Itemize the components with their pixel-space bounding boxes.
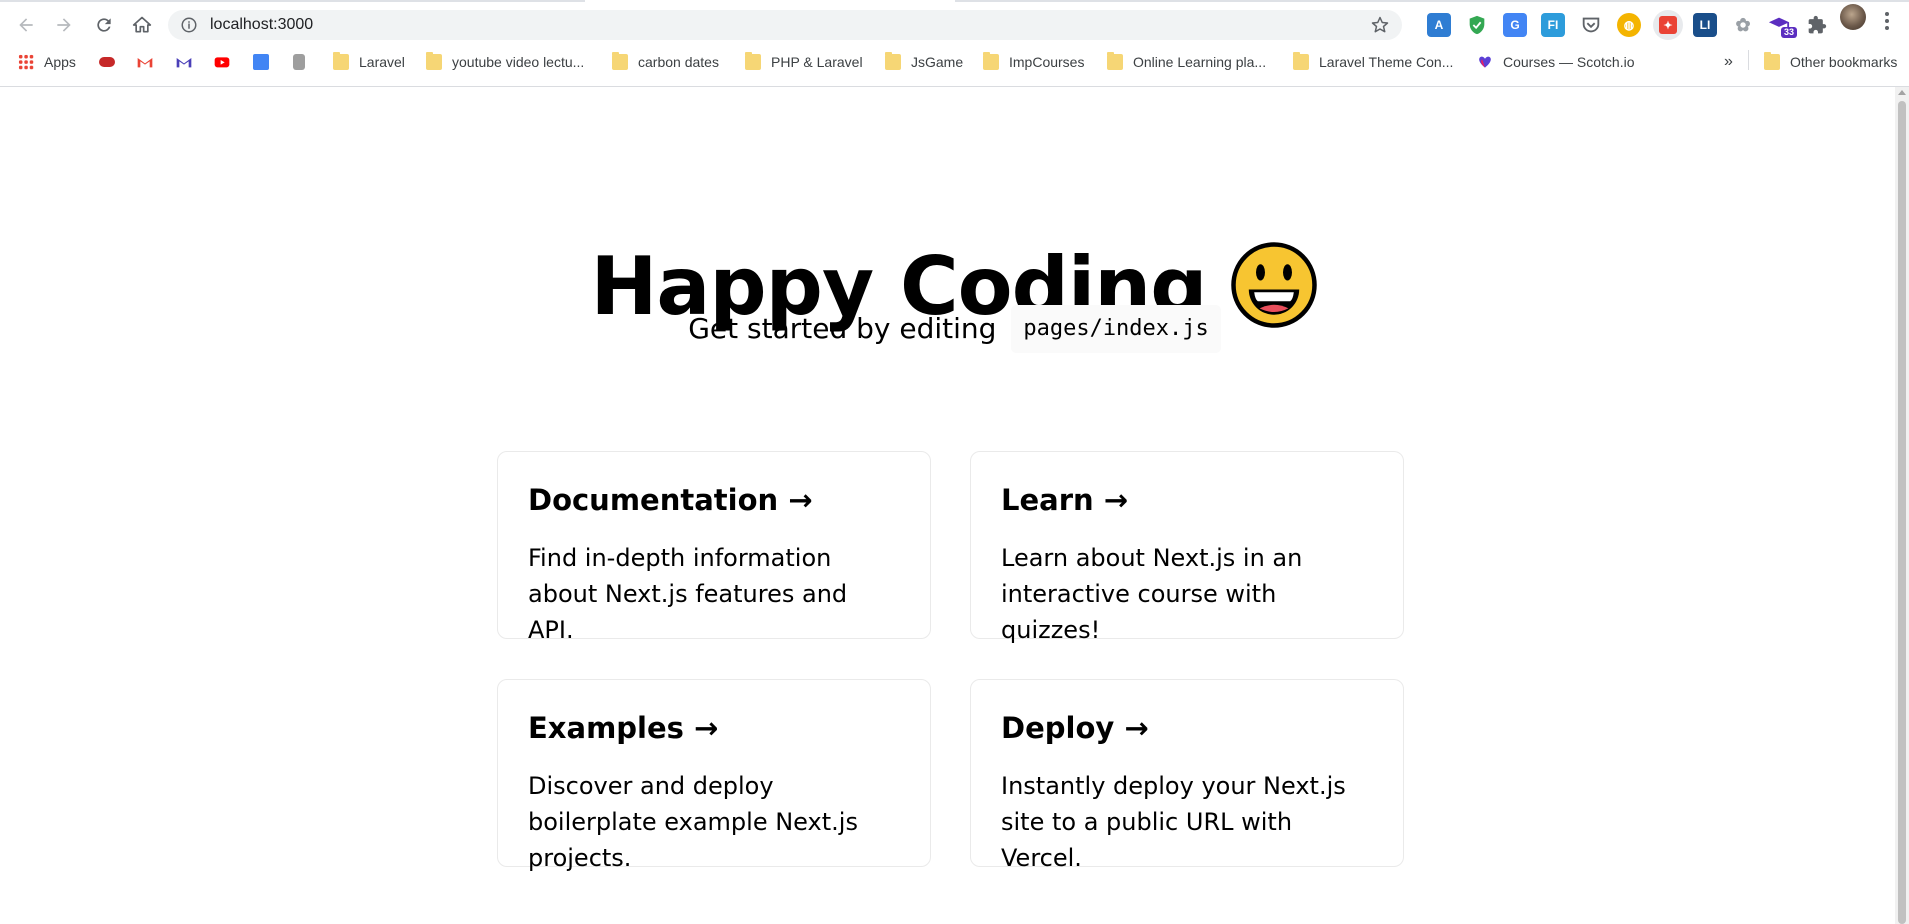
scrollbar-thumb[interactable] — [1898, 101, 1906, 924]
bookmark-gamepad[interactable] — [99, 50, 125, 74]
robot-icon — [293, 54, 305, 70]
bookmark-label: youtube video lectu... — [452, 54, 585, 70]
bookmark-label: PHP & Laravel — [771, 54, 863, 70]
page-content: Happy Coding Get started by editing page… — [0, 87, 1909, 924]
active-extension-button[interactable]: ✦ — [1653, 10, 1683, 40]
home-icon — [132, 16, 152, 33]
reload-button[interactable] — [89, 10, 119, 40]
bookmark-folder-carbon-dates[interactable]: carbon dates — [612, 50, 719, 74]
bookmark-robot[interactable] — [293, 50, 315, 74]
bookmark-translate[interactable] — [253, 50, 279, 74]
ghost-extension-icon: ✦ — [1659, 16, 1677, 34]
reload-icon — [97, 18, 111, 32]
translate-extension-icon[interactable]: G — [1503, 13, 1527, 37]
bookmarks-overflow-button[interactable]: » — [1724, 50, 1733, 74]
url-text[interactable]: localhost:3000 — [210, 10, 313, 40]
bookmark-folder-php-laravel[interactable]: PHP & Laravel — [745, 50, 863, 74]
card-body: Learn about Next.js in an interactive co… — [1001, 544, 1303, 644]
bookmark-label: Courses — Scotch.io — [1503, 54, 1635, 70]
bookmark-label: carbon dates — [638, 54, 719, 70]
extension-a-icon[interactable]: A — [1427, 13, 1451, 37]
folder-icon — [1764, 52, 1780, 70]
bookmark-gmail-2[interactable] — [176, 50, 202, 74]
card-title: Deploy → — [1001, 711, 1149, 745]
bookmark-label: Apps — [44, 54, 76, 70]
scroll-up-arrow-icon[interactable] — [1898, 90, 1906, 95]
bookmark-scotch-courses[interactable]: Courses — Scotch.io — [1477, 50, 1635, 74]
bookmarks-divider — [1748, 50, 1749, 70]
code-filename: pages/index.js — [1011, 305, 1221, 353]
bookmark-folder-online-learning[interactable]: Online Learning pla... — [1107, 50, 1266, 74]
folder-icon — [1293, 52, 1309, 70]
page-scrollbar[interactable] — [1895, 87, 1909, 924]
page-description: Get started by editing pages/index.js — [0, 305, 1909, 353]
bookmark-star-icon[interactable] — [1370, 15, 1390, 35]
apps-grid-icon — [18, 54, 34, 70]
bookmark-folder-laravel-theme[interactable]: Laravel Theme Con... — [1293, 50, 1453, 74]
card-title: Examples → — [528, 711, 719, 745]
graduation-extension-icon[interactable]: 33 — [1767, 13, 1798, 38]
bookmarks-bar: Apps Laravel youtube video lectu... carb… — [0, 46, 1909, 78]
bookmark-folder-jsgame[interactable]: JsGame — [885, 50, 963, 74]
forward-button[interactable] — [49, 10, 79, 40]
browser-chrome: localhost:3000 A G FI ◍ ✦ LI ✿ 33 Apps L… — [0, 0, 1909, 87]
shield-extension-icon[interactable] — [1465, 13, 1489, 37]
bookmark-label: ImpCourses — [1009, 54, 1085, 70]
card-body: Find in-depth information about Next.js … — [528, 544, 848, 644]
pocket-extension-icon[interactable] — [1579, 13, 1603, 37]
youtube-icon — [214, 57, 230, 68]
other-bookmarks-folder[interactable]: Other bookmarks — [1764, 50, 1897, 74]
folder-icon — [885, 52, 901, 70]
folder-icon — [983, 52, 999, 70]
gamepad-icon — [99, 57, 115, 67]
card-examples[interactable]: Examples → Discover and deploy boilerpla… — [497, 679, 931, 872]
overflow-chevron-icon: » — [1724, 53, 1733, 70]
bookmark-label: JsGame — [911, 54, 964, 70]
fi-extension-icon[interactable]: FI — [1541, 13, 1565, 37]
gmail-icon — [176, 58, 192, 68]
home-button[interactable] — [127, 10, 157, 40]
gear-extension-icon[interactable]: ✿ — [1731, 13, 1755, 37]
card-deploy[interactable]: Deploy → Instantly deploy your Next.js s… — [970, 679, 1404, 872]
folder-icon — [426, 52, 442, 70]
card-title: Learn → — [1001, 483, 1129, 517]
bookmark-label: Other bookmarks — [1790, 54, 1898, 70]
folder-icon — [745, 52, 761, 70]
bookmark-folder-impcourses[interactable]: ImpCourses — [983, 50, 1084, 74]
folder-icon — [612, 52, 628, 70]
card-documentation[interactable]: Documentation → Find in-depth informatio… — [497, 451, 931, 644]
back-arrow-icon — [19, 18, 33, 32]
folder-icon — [333, 52, 349, 70]
browser-menu-icon[interactable] — [1884, 10, 1890, 32]
bookmark-label: Laravel — [359, 54, 405, 70]
bookmark-label: Online Learning pla... — [1133, 54, 1267, 70]
bookmark-apps[interactable]: Apps — [18, 50, 76, 74]
globe-extension-icon[interactable]: ◍ — [1617, 13, 1641, 37]
address-bar[interactable]: localhost:3000 — [168, 10, 1402, 40]
card-body: Instantly deploy your Next.js site to a … — [1001, 772, 1346, 872]
profile-avatar[interactable] — [1840, 4, 1866, 30]
forward-arrow-icon — [57, 18, 71, 32]
gmail-icon — [137, 58, 153, 68]
site-info-icon[interactable] — [180, 16, 198, 34]
back-button[interactable] — [11, 10, 41, 40]
scotch-icon — [1479, 56, 1491, 68]
description-text: Get started by editing — [688, 312, 997, 345]
card-learn[interactable]: Learn → Learn about Next.js in an intera… — [970, 451, 1404, 644]
extension-badge: 33 — [1781, 27, 1798, 38]
card-title: Documentation → — [528, 483, 813, 517]
bookmark-folder-laravel[interactable]: Laravel — [333, 50, 405, 74]
puzzle-extensions-icon[interactable] — [1805, 13, 1829, 37]
bookmark-youtube[interactable] — [214, 50, 240, 74]
card-body: Discover and deploy boilerplate example … — [528, 772, 858, 872]
google-translate-icon — [253, 54, 269, 70]
folder-icon — [1107, 52, 1123, 70]
browser-toolbar: localhost:3000 A G FI ◍ ✦ LI ✿ 33 — [0, 2, 1909, 46]
bookmark-gmail-1[interactable] — [137, 50, 163, 74]
bookmark-folder-youtube-lectures[interactable]: youtube video lectu... — [426, 50, 584, 74]
li-extension-icon[interactable]: LI — [1693, 13, 1717, 37]
extensions-area: A G FI ◍ ✦ LI ✿ 33 — [1413, 10, 1873, 40]
bookmark-label: Laravel Theme Con... — [1319, 54, 1454, 70]
